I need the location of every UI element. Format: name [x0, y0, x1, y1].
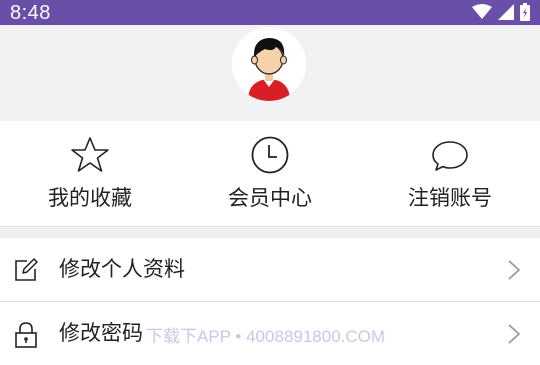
user-avatar-icon[interactable]	[232, 27, 306, 101]
list-item-label: 修改密码	[59, 321, 143, 345]
edit-icon	[13, 257, 39, 283]
star-icon	[70, 135, 110, 175]
chevron-right-icon	[508, 324, 521, 344]
wifi-icon	[472, 4, 492, 20]
quick-actions: 我的收藏 会员中心 注销账号	[0, 121, 540, 226]
status-time: 8:48	[10, 2, 51, 24]
quick-action-favorites[interactable]: 我的收藏	[0, 121, 180, 226]
quick-action-label: 注销账号	[408, 186, 492, 210]
list-item-label: 修改个人资料	[59, 257, 185, 281]
quick-action-label: 我的收藏	[48, 186, 132, 210]
list-item-edit-profile[interactable]: 修改个人资料	[0, 238, 540, 302]
battery-icon	[520, 3, 530, 21]
signal-icon	[498, 4, 514, 20]
clock-icon	[250, 135, 290, 175]
status-bar: 8:48	[0, 0, 540, 25]
quick-action-deactivate[interactable]: 注销账号	[360, 121, 540, 226]
profile-header	[0, 25, 540, 121]
quick-action-label: 会员中心	[228, 186, 312, 210]
quick-action-membership[interactable]: 会员中心	[180, 121, 360, 226]
status-icons	[472, 3, 530, 21]
chat-bubble-icon	[430, 135, 470, 175]
chevron-right-icon	[508, 260, 521, 280]
watermark: 下载下APP • 4008891800.COM	[146, 327, 386, 346]
lock-icon	[13, 321, 39, 348]
